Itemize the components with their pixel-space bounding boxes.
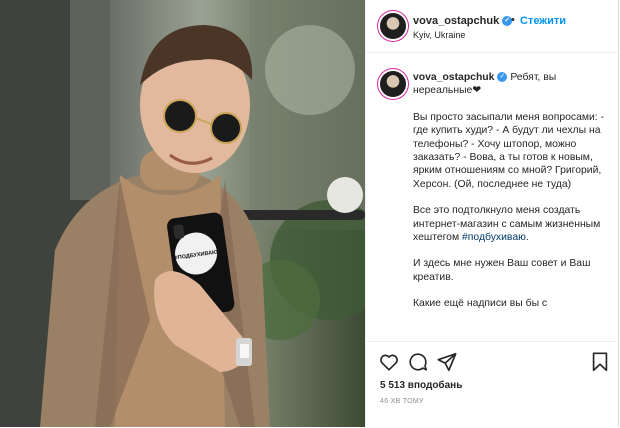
caption-paragraph-2-end: .: [525, 232, 529, 244]
caption-text: vova_ostapchuk ✓ Ребят, вы нереальные❤ Вы…: [413, 71, 608, 324]
verified-badge-icon: ✓: [497, 72, 508, 83]
caption-hashtag-link[interactable]: #подбухиваю: [462, 232, 526, 243]
caption-username[interactable]: vova_ostapchuk: [413, 72, 494, 83]
header-separator: •: [511, 14, 515, 26]
likes-count[interactable]: 5 513 вподобань: [380, 380, 462, 391]
comment-icon[interactable]: [407, 351, 429, 373]
caption-paragraph-3: И здесь мне нужен Ваш совет и Ваш креати…: [413, 258, 591, 283]
caption-paragraph-4: Какие ещё надписи вы бы с: [413, 298, 548, 310]
post-actions: 5 513 вподобань 46 ХВ ТОМУ: [366, 341, 619, 428]
post-timestamp[interactable]: 46 ХВ ТОМУ: [380, 398, 424, 405]
follow-button[interactable]: Стежити: [520, 15, 566, 27]
caption-paragraph-1: Вы просто засыпали меня вопросами: - где…: [413, 111, 605, 190]
bookmark-icon[interactable]: [589, 351, 611, 373]
caption-avatar[interactable]: [380, 71, 406, 97]
header-username-text[interactable]: vova_ostapchuk: [413, 15, 499, 27]
post-photo[interactable]: #ПОДБУХИВАЮ: [0, 0, 365, 427]
instagram-post: #ПОДБУХИВАЮ vova_ostapchuk ✓ • Стежити Ky…: [0, 0, 620, 427]
share-icon[interactable]: [436, 351, 458, 373]
post-side-panel: vova_ostapchuk ✓ • Стежити Kyiv, Ukraine …: [365, 0, 619, 427]
header-location[interactable]: Kyiv, Ukraine: [413, 30, 465, 40]
post-header: vova_ostapchuk ✓ • Стежити Kyiv, Ukraine: [366, 0, 619, 53]
header-username[interactable]: vova_ostapchuk ✓: [413, 15, 513, 27]
caption-paragraph-2: Все это подтолкнуло меня создать интерне…: [413, 204, 608, 244]
header-avatar[interactable]: [380, 13, 406, 39]
caption-area[interactable]: vova_ostapchuk ✓ Ребят, вы нереальные❤ Вы…: [366, 53, 619, 341]
post-photo-illustration: #ПОДБУХИВАЮ: [0, 0, 365, 427]
heart-icon[interactable]: [378, 351, 400, 373]
